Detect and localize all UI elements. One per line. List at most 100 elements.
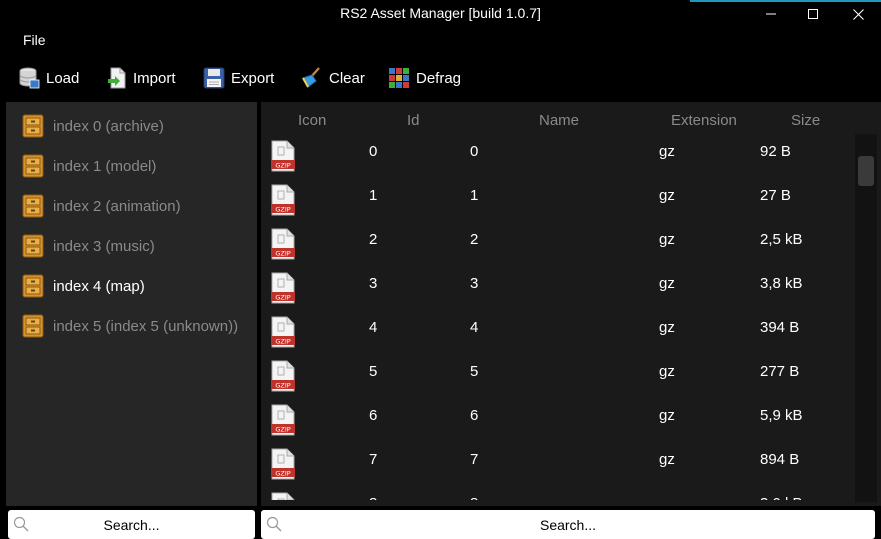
broom-icon [302,67,320,88]
cell-size: 277 B [760,363,800,380]
cell-icon-id: 7 [369,451,378,468]
cell-icon-id: 4 [369,319,378,336]
cell-extension: gz [659,363,675,380]
index-item[interactable]: index 5 (index 5 (unknown)) [22,312,238,340]
gzip-file-icon: GZIP [271,272,295,304]
cell-id: 7 [470,451,479,468]
table-row[interactable]: GZIP 5 5 gz 277 B [261,358,855,402]
cell-size: 894 B [760,451,800,468]
cell-id: 1 [470,187,479,204]
cell-size: 92 B [760,143,791,160]
index-item[interactable]: index 4 (map) [22,272,145,300]
clear-label: Clear [329,69,365,87]
cell-id: 8 [470,495,478,500]
table-row[interactable]: GZIP 2 2 gz 2,5 kB [261,226,855,270]
gzip-file-icon: GZIP [271,404,295,436]
file-cabinet-icon [22,314,44,338]
table-row[interactable]: GZIP 0 0 gz 92 B [261,138,855,182]
file-cabinet-icon [22,194,44,218]
vertical-scrollbar[interactable] [855,134,877,502]
gzip-file-icon: GZIP [271,140,295,172]
gzip-label: GZIP [275,294,290,302]
gzip-label: GZIP [275,162,290,170]
index-item[interactable]: index 2 (animation) [22,192,181,220]
import-label: Import [133,69,176,87]
database-icon [19,67,40,89]
table-row[interactable]: GZIP 6 6 gz 5,9 kB [261,402,855,446]
column-header-name[interactable]: Name [539,112,579,129]
cell-id: 6 [470,407,479,424]
menu-bar: File [0,28,881,52]
cell-icon-id: 8 [369,495,377,500]
cell-id: 4 [470,319,479,336]
cell-size: 2,5 kB [760,231,803,248]
cell-extension: gz [659,275,675,292]
cell-id: 2 [470,231,479,248]
asset-table: Icon Id Name Extension Size GZIP 0 0 gz 92 B… [261,102,881,506]
cell-icon-id: 2 [369,231,378,248]
index-item-label: index 4 (map) [53,277,145,295]
title-bar-accent [690,0,881,2]
table-row[interactable]: GZIP 3 3 gz 3,8 kB [261,270,855,314]
gzip-file-icon: GZIP [271,184,295,216]
gzip-file-icon: GZIP [271,448,295,480]
index-item-label: index 1 (model) [53,157,157,175]
defrag-icon [389,68,409,88]
gzip-file-icon: GZIP [271,228,295,260]
cell-size: 5,9 kB [760,407,803,424]
column-header-size[interactable]: Size [791,112,820,129]
cell-extension: gz [659,495,675,500]
cell-extension: gz [659,231,675,248]
index-search-box [8,510,255,539]
cell-extension: gz [659,143,675,160]
table-row[interactable]: GZIP 4 4 gz 394 B [261,314,855,358]
index-item[interactable]: index 1 (model) [22,152,156,180]
maximize-button[interactable] [800,3,826,25]
close-button[interactable] [845,3,871,25]
floppy-disk-icon [203,67,225,89]
load-label: Load [46,69,80,87]
gzip-label: GZIP [275,250,290,258]
gzip-label: GZIP [275,206,290,214]
gzip-file-icon: GZIP [271,360,295,392]
window-title: RS2 Asset Manager [build 1.0.7] [340,5,541,21]
index-item[interactable]: index 0 (archive) [22,112,164,140]
cell-size: 27 B [760,187,791,204]
file-cabinet-icon [22,114,44,138]
column-header-id[interactable]: Id [407,112,420,129]
cell-icon-id: 5 [369,363,378,380]
cell-icon-id: 3 [369,275,378,292]
column-header-icon[interactable]: Icon [298,112,326,129]
column-header-extension[interactable]: Extension [671,112,737,129]
index-search-input[interactable] [8,510,255,539]
gzip-file-icon: GZIP [271,492,295,500]
table-row[interactable]: GZIP 7 7 gz 894 B [261,446,855,490]
close-icon [852,8,864,20]
cell-extension: gz [659,407,675,424]
table-row[interactable]: GZIP 8 8 gz 3,0 kB [261,490,855,500]
table-row[interactable]: GZIP 1 1 gz 27 B [261,182,855,226]
table-header: Icon Id Name Extension Size [261,102,881,138]
index-item[interactable]: index 3 (music) [22,232,155,260]
gzip-label: GZIP [275,338,290,346]
maximize-icon [808,9,818,19]
clear-button[interactable]: Clear [299,64,365,92]
cell-size: 394 B [760,319,800,336]
title-bar: RS2 Asset Manager [build 1.0.7] [0,0,881,28]
load-button[interactable]: Load [18,64,79,92]
minimize-icon [766,13,776,15]
cell-size: 3,8 kB [760,275,803,292]
scrollbar-thumb[interactable] [858,156,874,186]
file-cabinet-icon [22,154,44,178]
gzip-label: GZIP [275,426,290,434]
export-button[interactable]: Export [203,64,274,92]
asset-search-input[interactable] [261,510,875,539]
minimize-button[interactable] [758,3,784,25]
index-item-label: index 3 (music) [53,237,155,255]
menu-file[interactable]: File [23,32,46,48]
index-list: index 0 (archive) index 1 (model) index 2 … [6,102,257,506]
defrag-button[interactable]: Defrag [388,64,461,92]
gzip-label: GZIP [275,382,290,390]
index-item-label: index 2 (animation) [53,197,181,215]
import-button[interactable]: Import [107,64,176,92]
